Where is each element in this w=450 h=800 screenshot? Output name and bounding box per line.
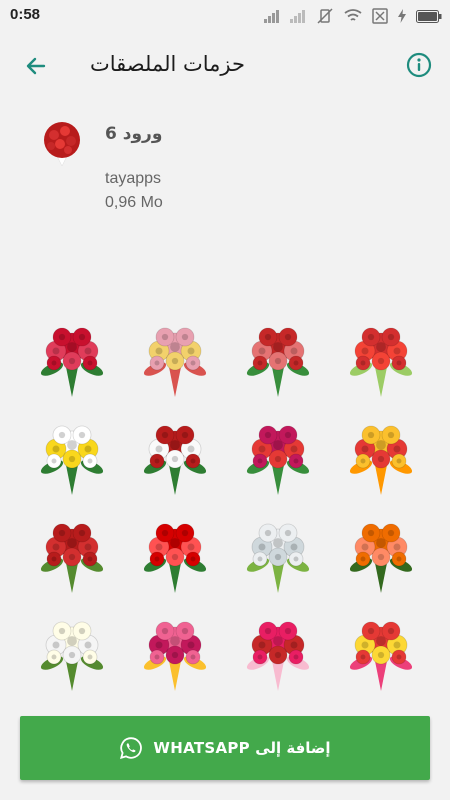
pack-header: ورود 6 tayapps 0,96 Mo bbox=[0, 112, 450, 222]
info-icon bbox=[406, 52, 432, 78]
sticker-mixed-bouquet-vase[interactable] bbox=[123, 310, 226, 408]
whatsapp-icon bbox=[120, 737, 143, 759]
sticker-red-white-round-bouquet[interactable] bbox=[123, 408, 226, 506]
charging-icon bbox=[398, 9, 406, 23]
pack-publisher: tayapps bbox=[105, 170, 162, 187]
status-bar: 0:58 bbox=[0, 0, 450, 34]
battery-icon bbox=[416, 9, 442, 23]
sticker-white-tulips[interactable] bbox=[226, 506, 329, 604]
status-time: 0:58 bbox=[10, 6, 41, 23]
sticker-roses-lying-bouquet[interactable] bbox=[20, 310, 123, 408]
signal-icon bbox=[264, 10, 279, 23]
pack-name: ورود 6 bbox=[105, 124, 163, 144]
flower-bouquet-icon bbox=[246, 523, 309, 593]
flower-bouquet-icon bbox=[143, 327, 206, 397]
sticker-pink-roses[interactable] bbox=[123, 604, 226, 702]
sticker-red-roses-dome[interactable] bbox=[20, 506, 123, 604]
add-to-whatsapp-button[interactable]: إضافة إلى WHATSAPP bbox=[20, 716, 430, 780]
screen: 0:58 حزمات الملصقات ورود 6 tayapps 0,96 … bbox=[0, 0, 450, 800]
flower-bouquet-icon bbox=[246, 327, 309, 397]
sticker-red-bouquet-ribbon[interactable] bbox=[226, 310, 329, 408]
flower-bouquet-icon bbox=[349, 425, 412, 495]
page-title: حزمات الملصقات bbox=[90, 52, 245, 76]
sticker-multicolor-rose-dome[interactable] bbox=[329, 604, 432, 702]
sim-off-icon bbox=[372, 8, 388, 24]
flower-bouquet-icon bbox=[40, 327, 103, 397]
vibrate-off-icon bbox=[317, 8, 333, 24]
sticker-yellow-red-bouquet[interactable] bbox=[329, 408, 432, 506]
signal-icon-secondary bbox=[290, 10, 305, 23]
arrow-left-icon bbox=[26, 57, 46, 75]
flower-bouquet-icon bbox=[143, 621, 206, 691]
app-bar: حزمات الملصقات bbox=[0, 34, 450, 98]
sticker-red-roses-ribbon[interactable] bbox=[329, 310, 432, 408]
sticker-grid bbox=[0, 310, 450, 702]
flower-bouquet-icon bbox=[143, 425, 206, 495]
flower-bouquet-icon bbox=[246, 425, 309, 495]
sticker-red-roses-bouquet[interactable] bbox=[226, 408, 329, 506]
sticker-orange-roses[interactable] bbox=[329, 506, 432, 604]
flower-bouquet-icon bbox=[349, 523, 412, 593]
sticker-white-rose-bouquet[interactable] bbox=[20, 604, 123, 702]
flower-bouquet-icon bbox=[40, 523, 103, 593]
sticker-red-tulips[interactable] bbox=[123, 506, 226, 604]
sticker-white-daisy[interactable] bbox=[20, 408, 123, 506]
back-button[interactable] bbox=[18, 48, 54, 84]
status-icons bbox=[264, 8, 442, 24]
pack-size: 0,96 Mo bbox=[105, 194, 163, 211]
flower-bouquet-icon bbox=[40, 425, 103, 495]
add-button-label: إضافة إلى WHATSAPP bbox=[153, 739, 331, 757]
flower-bouquet-icon bbox=[143, 523, 206, 593]
info-button[interactable] bbox=[404, 50, 434, 80]
sticker-pink-red-bouquet[interactable] bbox=[226, 604, 329, 702]
wifi-icon bbox=[344, 9, 362, 21]
pack-tray-icon bbox=[38, 120, 86, 168]
flower-bouquet-icon bbox=[349, 327, 412, 397]
flower-bouquet-icon bbox=[40, 621, 103, 691]
flower-bouquet-icon bbox=[349, 621, 412, 691]
flower-bouquet-icon bbox=[246, 621, 309, 691]
